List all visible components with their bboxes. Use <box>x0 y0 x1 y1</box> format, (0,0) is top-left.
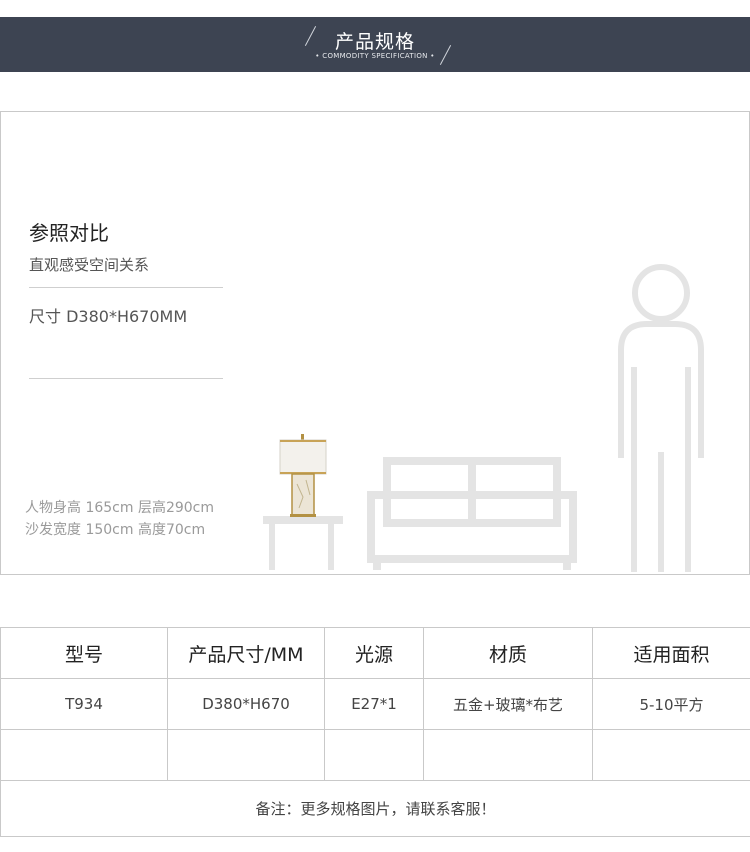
empty-cell <box>324 729 424 781</box>
divider-bottom <box>29 378 223 379</box>
side-table-illustration <box>263 516 343 570</box>
table-row: T934 D380*H670 E27*1 五金+玻璃*布艺 5-10平方 <box>0 678 750 730</box>
lamp-illustration <box>279 434 327 517</box>
table-note-row: 备注：更多规格图片，请联系客服！ <box>0 780 750 837</box>
scale-note-sofa: 沙发宽度 150cm 高度70cm <box>25 522 206 538</box>
reference-size: 尺寸 D380*H670MM <box>29 307 188 326</box>
empty-cell <box>0 729 168 781</box>
header-cell-light-source: 光源 <box>324 627 424 679</box>
spec-table: 型号 产品尺寸/MM 光源 材质 适用面积 T934 D380*H670 E27… <box>0 627 750 837</box>
banner-title: 产品规格 <box>334 31 415 53</box>
banner-subtitle: • COMMODITY SPECIFICATION • <box>315 52 435 60</box>
header-cell-size: 产品尺寸/MM <box>167 627 325 679</box>
spec-banner: 产品规格 • COMMODITY SPECIFICATION • <box>0 17 750 72</box>
cell-light-source: E27*1 <box>324 678 424 730</box>
reference-title: 参照对比 <box>29 221 109 245</box>
empty-cell <box>592 729 750 781</box>
cell-model: T934 <box>0 678 168 730</box>
cell-area: 5-10平方 <box>592 678 750 730</box>
cell-material: 五金+玻璃*布艺 <box>423 678 593 730</box>
header-cell-model: 型号 <box>0 627 168 679</box>
person-illustration <box>618 264 704 572</box>
table-row-empty <box>0 729 750 781</box>
empty-cell <box>423 729 593 781</box>
spec-table-header: 型号 产品尺寸/MM 光源 材质 适用面积 <box>0 627 750 679</box>
header-cell-area: 适用面积 <box>592 627 750 679</box>
reference-panel: 参照对比 直观感受空间关系 尺寸 D380*H670MM 人物身高 165cm … <box>0 111 750 575</box>
table-note: 备注：更多规格图片，请联系客服！ <box>0 780 750 837</box>
header-cell-material: 材质 <box>423 627 593 679</box>
empty-cell <box>167 729 325 781</box>
sofa-illustration <box>367 457 577 570</box>
divider-top <box>29 287 223 288</box>
cell-size: D380*H670 <box>167 678 325 730</box>
reference-subtitle: 直观感受空间关系 <box>29 256 150 274</box>
scale-note-person: 人物身高 165cm 层高290cm <box>25 500 215 516</box>
